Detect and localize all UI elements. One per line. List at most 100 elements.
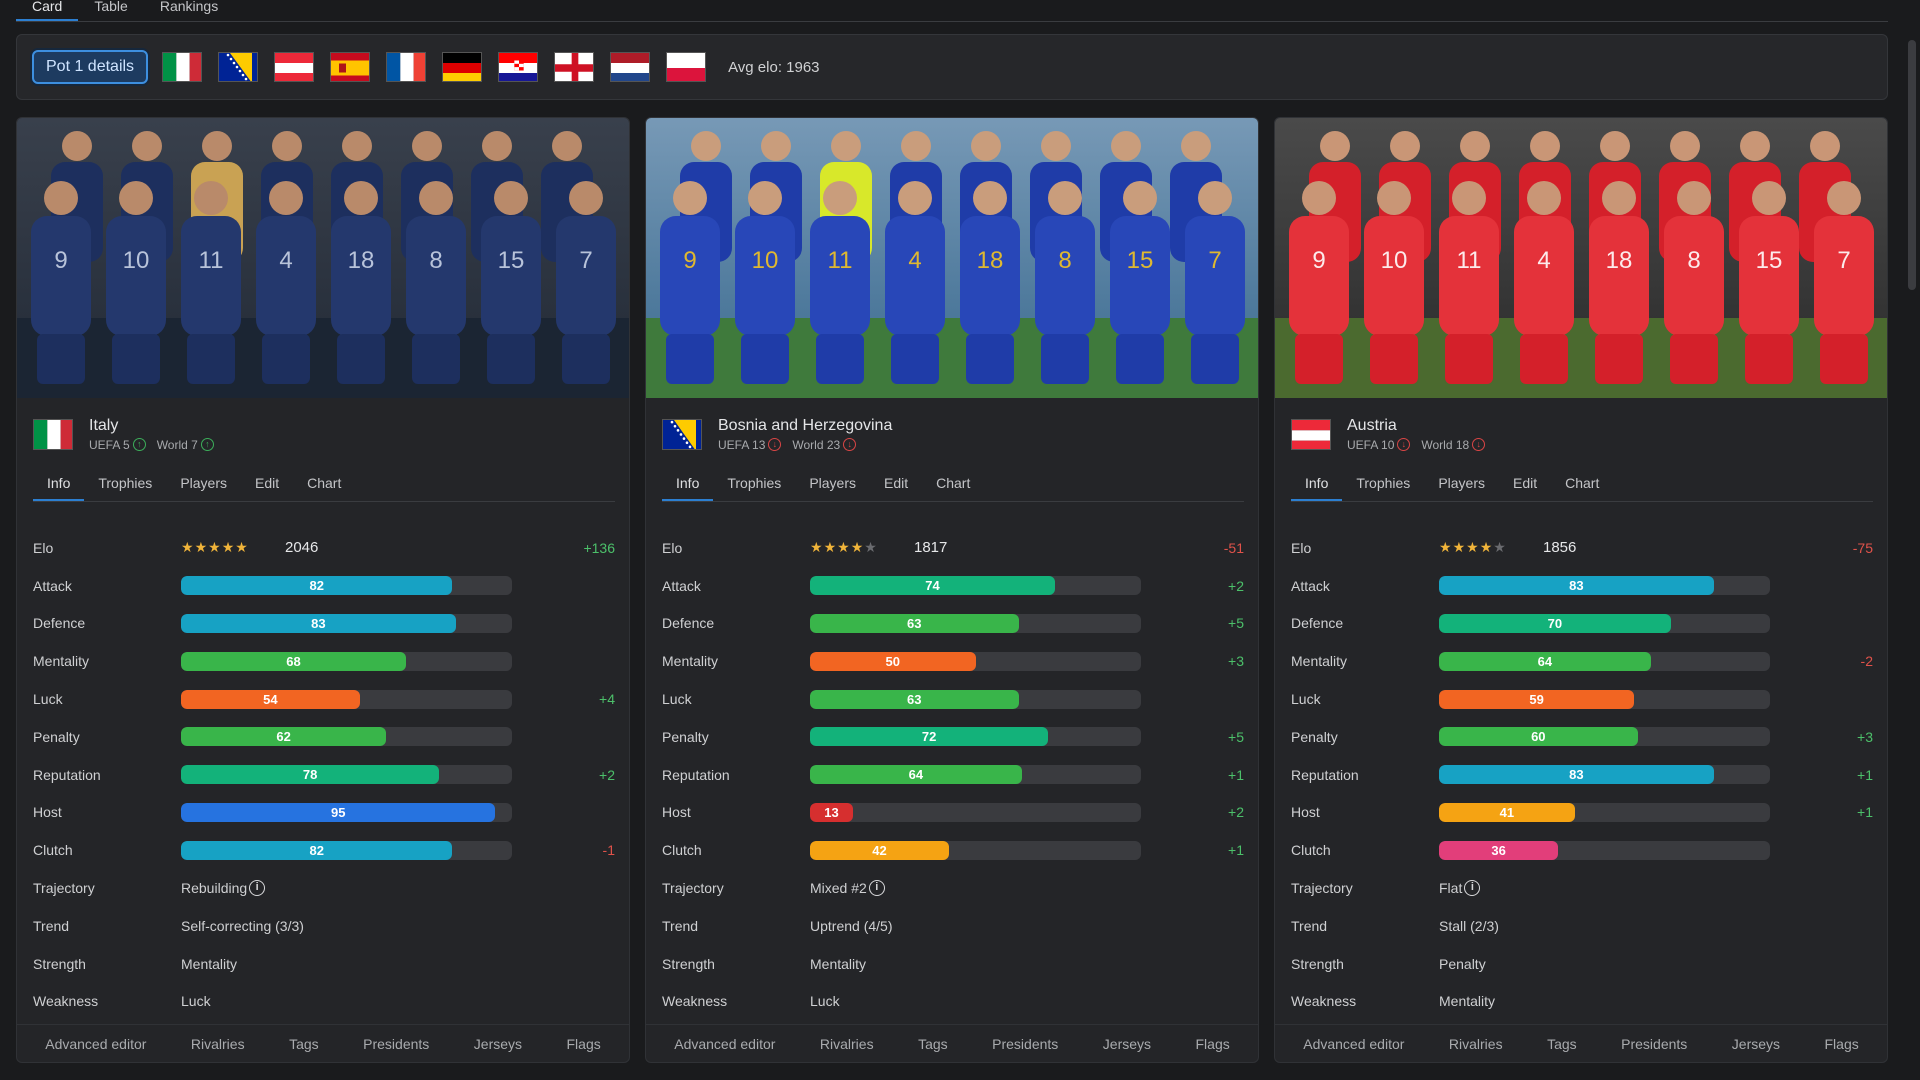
- advanced-editor-button[interactable]: Advanced editor: [1303, 1036, 1404, 1052]
- tab-trophies[interactable]: Trophies: [713, 466, 795, 501]
- jerseys-button[interactable]: Jerseys: [1103, 1036, 1151, 1052]
- rivalries-button[interactable]: Rivalries: [191, 1036, 245, 1052]
- tab-players[interactable]: Players: [166, 466, 241, 501]
- pot-details-button[interactable]: Pot 1 details: [32, 50, 149, 84]
- stat-label: Penalty: [1291, 728, 1338, 745]
- weakness-text: Luck: [181, 993, 211, 1010]
- clutch-bar-fill: 42: [810, 840, 950, 860]
- flag-croatia-icon[interactable]: [498, 52, 539, 82]
- clutch-delta: -1: [602, 842, 615, 859]
- tab-edit[interactable]: Edit: [870, 466, 922, 501]
- rank-up-icon: ↑: [132, 438, 146, 451]
- team-card: 9 10 11 4 18 8 15 7 Italy UEFA 5 ↑ World 7 ↑ Info Trop…: [16, 117, 630, 1063]
- team-header: Italy UEFA 5 ↑ World 7 ↑: [33, 414, 222, 454]
- flags-button[interactable]: Flags: [567, 1036, 601, 1052]
- presidents-button[interactable]: Presidents: [1621, 1036, 1687, 1052]
- penalty-bar: 60: [1439, 727, 1770, 747]
- luck-bar-fill: 59: [1439, 689, 1635, 709]
- tags-button[interactable]: Tags: [1547, 1036, 1577, 1052]
- attack-bar-fill: 83: [1439, 576, 1714, 596]
- stat-label: Attack: [33, 577, 72, 594]
- flag-spain-icon[interactable]: [330, 52, 371, 82]
- stat-label: Host: [662, 804, 691, 821]
- info-icon[interactable]: i: [249, 880, 266, 897]
- stat-label: Strength: [33, 955, 86, 972]
- flags-button[interactable]: Flags: [1196, 1036, 1230, 1052]
- weakness-text: Luck: [810, 993, 840, 1010]
- tab-info[interactable]: Info: [1291, 466, 1343, 501]
- stat-row-trajectory: Trajectory Flat i: [1291, 869, 1873, 907]
- tab-chart[interactable]: Chart: [922, 466, 984, 501]
- stat-row-elo: Elo ★★★★★ 1856 -75: [1291, 529, 1873, 567]
- scrollbar[interactable]: [1908, 40, 1916, 290]
- tab-info[interactable]: Info: [33, 466, 85, 501]
- card-footer: Advanced editor Rivalries Tags Presidents Je…: [17, 1024, 629, 1062]
- stat-label: Mentality: [1291, 653, 1348, 670]
- flag-france-icon[interactable]: [386, 52, 427, 82]
- elo-delta: -51: [1223, 539, 1244, 556]
- flag-bosnia-icon: [662, 418, 702, 450]
- tab-players[interactable]: Players: [1424, 466, 1499, 501]
- stats-list: Elo ★★★★★ 1817 -51 Attack 74 +2 Defence 63 +5 Ment…: [662, 529, 1244, 1020]
- tab-edit[interactable]: Edit: [241, 466, 293, 501]
- flag-netherlands-icon[interactable]: [610, 52, 651, 82]
- rivalries-button[interactable]: Rivalries: [1449, 1036, 1503, 1052]
- defence-delta: +5: [1228, 615, 1244, 632]
- trajectory-value: Flat i: [1439, 880, 1481, 897]
- stat-row-host: Host 95: [33, 794, 615, 832]
- view-tab-table[interactable]: Table: [78, 0, 143, 21]
- advanced-editor-button[interactable]: Advanced editor: [674, 1036, 775, 1052]
- reputation-bar-fill: 83: [1439, 765, 1714, 785]
- tags-button[interactable]: Tags: [289, 1036, 319, 1052]
- view-tab-rankings[interactable]: Rankings: [144, 0, 234, 21]
- tab-info[interactable]: Info: [662, 466, 714, 501]
- tab-edit[interactable]: Edit: [1499, 466, 1551, 501]
- jerseys-button[interactable]: Jerseys: [474, 1036, 522, 1052]
- tab-chart[interactable]: Chart: [1551, 466, 1613, 501]
- elo-value: 1817: [914, 539, 948, 557]
- view-tab-card[interactable]: Card: [16, 0, 79, 21]
- host-bar-fill: 95: [181, 802, 496, 822]
- info-icon[interactable]: i: [1464, 880, 1481, 897]
- team-meta: Austria UEFA 10 ↓ World 18 ↓: [1347, 417, 1493, 452]
- flag-bosnia-icon[interactable]: [218, 52, 259, 82]
- flags-button[interactable]: Flags: [1825, 1036, 1859, 1052]
- stat-row-clutch: Clutch 42 +1: [662, 831, 1244, 869]
- flag-england-icon[interactable]: [554, 52, 595, 82]
- tab-trophies[interactable]: Trophies: [84, 466, 166, 501]
- svg-text:9: 9: [1312, 247, 1325, 274]
- flag-austria-icon[interactable]: [274, 52, 315, 82]
- stat-row-elo: Elo ★★★★★ 1817 -51: [662, 529, 1244, 567]
- stat-label: Attack: [662, 577, 701, 594]
- tab-chart[interactable]: Chart: [293, 466, 355, 501]
- flag-italy-icon[interactable]: [162, 52, 203, 82]
- tags-button[interactable]: Tags: [918, 1036, 948, 1052]
- advanced-editor-button[interactable]: Advanced editor: [45, 1036, 146, 1052]
- penalty-bar: 62: [181, 727, 512, 747]
- presidents-button[interactable]: Presidents: [992, 1036, 1058, 1052]
- stat-row-attack: Attack 83: [1291, 567, 1873, 605]
- flag-germany-icon[interactable]: [442, 52, 483, 82]
- stat-row-strength: Strength Mentality: [662, 945, 1244, 983]
- star-icon: ★: [837, 539, 851, 556]
- presidents-button[interactable]: Presidents: [363, 1036, 429, 1052]
- flag-poland-icon[interactable]: [666, 52, 707, 82]
- stat-label: Elo: [33, 539, 54, 556]
- luck-bar: 59: [1439, 689, 1770, 709]
- stat-row-trend: Trend Stall (2/3): [1291, 907, 1873, 945]
- reputation-delta: +2: [599, 766, 615, 783]
- rivalries-button[interactable]: Rivalries: [820, 1036, 874, 1052]
- trajectory-value: Rebuilding i: [181, 880, 266, 897]
- jerseys-button[interactable]: Jerseys: [1732, 1036, 1780, 1052]
- mentality-delta: +3: [1228, 653, 1244, 670]
- stat-row-clutch: Clutch 36: [1291, 831, 1873, 869]
- tab-trophies[interactable]: Trophies: [1342, 466, 1424, 501]
- svg-text:4: 4: [279, 247, 292, 274]
- stat-row-penalty: Penalty 62: [33, 718, 615, 756]
- attack-bar: 83: [1439, 576, 1770, 596]
- penalty-bar: 72: [810, 727, 1141, 747]
- info-icon[interactable]: i: [868, 880, 885, 897]
- stat-label: Penalty: [662, 728, 709, 745]
- tab-players[interactable]: Players: [795, 466, 870, 501]
- star-icon: ★: [1479, 539, 1494, 556]
